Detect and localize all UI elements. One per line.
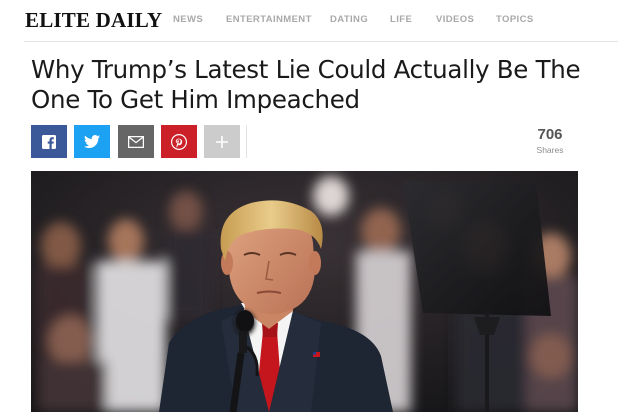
nav-item-life[interactable]: LIFE (390, 14, 412, 25)
facebook-icon (42, 134, 56, 149)
nav-item-entertainment[interactable]: ENTERTAINMENT (226, 14, 312, 25)
hero-photo (31, 171, 578, 412)
facebook-share-button[interactable] (31, 125, 67, 158)
nav-item-topics[interactable]: TOPICS (496, 14, 534, 25)
more-share-button[interactable] (204, 125, 240, 158)
twitter-icon (84, 135, 100, 148)
header-divider (24, 41, 618, 42)
mail-icon (128, 135, 144, 148)
twitter-share-button[interactable] (74, 125, 110, 158)
site-header: ELITE DAILY NEWS ENTERTAINMENT DATING LI… (0, 0, 618, 42)
share-divider (246, 125, 247, 158)
article-headline: Why Trump’s Latest Lie Could Actually Be… (31, 55, 581, 114)
share-count-label: Shares (536, 145, 564, 155)
nav-item-videos[interactable]: VIDEOS (436, 14, 474, 25)
nav-item-dating[interactable]: DATING (330, 14, 368, 25)
share-counter: 706 Shares (527, 126, 573, 155)
nav-item-news[interactable]: NEWS (173, 14, 203, 25)
hero-image[interactable] (31, 171, 578, 412)
share-count: 706 (537, 126, 563, 143)
pinterest-icon (171, 133, 187, 150)
pinterest-share-button[interactable] (161, 125, 197, 158)
site-logo[interactable]: ELITE DAILY (25, 8, 162, 33)
plus-icon (216, 135, 228, 148)
email-share-button[interactable] (118, 125, 154, 158)
